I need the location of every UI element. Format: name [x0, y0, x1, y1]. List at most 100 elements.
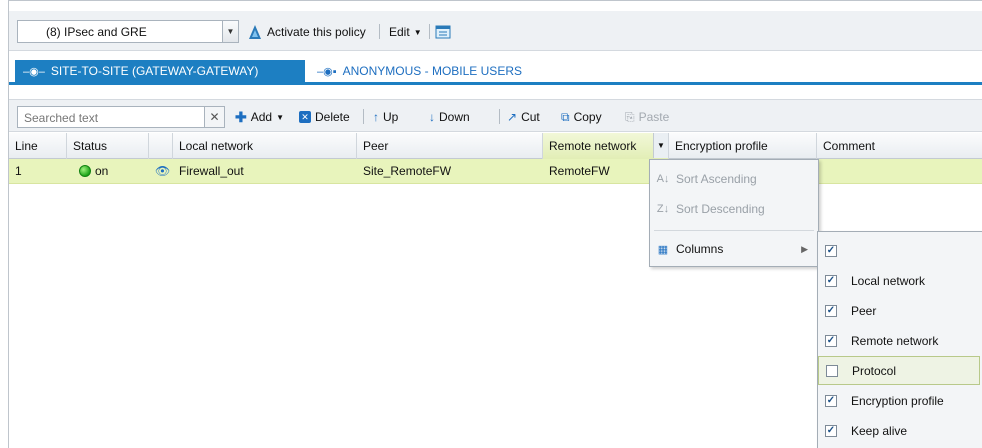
- checkbox-unchecked-icon: [826, 364, 838, 377]
- cell-line: 1: [15, 164, 22, 178]
- cell-view[interactable]: 👁: [149, 159, 173, 184]
- columns-icon: ▦: [657, 243, 669, 256]
- mobile-users-icon: –◉▪: [317, 65, 337, 78]
- column-toggle-keep-alive[interactable]: ✓ Keep alive: [818, 416, 980, 445]
- up-label: Up: [383, 110, 399, 124]
- activate-policy-button[interactable]: Activate this policy: [247, 23, 366, 41]
- cell-comment: [817, 159, 982, 184]
- plus-icon: ✚: [235, 108, 247, 125]
- arrow-up-icon: ↑: [373, 110, 379, 124]
- app-frame: (8) IPsec and GRE ▼ Activate this policy…: [8, 0, 982, 448]
- status-label: on: [95, 164, 109, 178]
- menu-item-columns[interactable]: ▦ Columns ▶: [650, 234, 818, 264]
- column-header-comment[interactable]: Comment: [817, 133, 982, 159]
- cut-icon: ↗: [507, 110, 518, 124]
- column-header-line[interactable]: Line: [9, 133, 67, 159]
- checkbox-checked-icon: ✓: [825, 304, 837, 317]
- tab-site-to-site[interactable]: ‒◉‒ SITE-TO-SITE (GATEWAY-GATEWAY): [15, 60, 305, 82]
- column-toggle-local-network[interactable]: ✓ Local network: [818, 266, 980, 295]
- delete-icon: ✕: [299, 111, 311, 123]
- column-header-icon[interactable]: [149, 133, 173, 159]
- checkbox-checked-icon: ✓: [825, 394, 837, 407]
- column-header-local-network[interactable]: Local network: [173, 133, 357, 159]
- status-on-icon: [79, 165, 91, 177]
- edit-menu-button[interactable]: Edit ▼: [389, 23, 422, 41]
- checkbox-checked-icon: ✓: [825, 274, 837, 287]
- toolbar-separator: [363, 109, 364, 124]
- menu-item-label: Columns: [676, 242, 724, 256]
- column-menu-dropdown-icon[interactable]: ▼: [653, 133, 668, 158]
- up-button[interactable]: ↑ Up: [373, 108, 398, 126]
- column-header-remote-network-label: Remote network: [549, 139, 637, 153]
- tab-anonymous-mobile-users[interactable]: –◉▪ ANONYMOUS - MOBILE USERS: [309, 60, 530, 82]
- column-toggle-label: Remote network: [851, 333, 939, 348]
- columns-submenu: ✓ ✓ Local network ✓ Peer ✓ Remote networ…: [817, 231, 982, 448]
- column-toggle-label: Peer: [851, 303, 877, 318]
- cell-status[interactable]: on: [73, 159, 149, 184]
- table-row[interactable]: 1 on 👁 Firewall_out Site_RemoteFW Remote…: [9, 159, 982, 184]
- column-toggle-label: Protocol: [852, 363, 897, 378]
- copy-label: Copy: [573, 110, 602, 124]
- add-button[interactable]: ✚ Add ▼: [235, 108, 284, 126]
- paste-icon: ⎘: [625, 109, 635, 124]
- calendar-view-icon: [435, 25, 451, 39]
- menu-item-sort-ascending[interactable]: A↓ Sort Ascending: [650, 164, 818, 194]
- cut-label: Cut: [521, 110, 540, 124]
- copy-icon: ⧉: [561, 109, 570, 124]
- column-toggle-blank[interactable]: ✓: [818, 236, 980, 265]
- site-to-site-icon: ‒◉‒: [23, 65, 45, 78]
- chevron-down-icon: ▼: [413, 27, 422, 37]
- policy-bar: (8) IPsec and GRE ▼ Activate this policy…: [9, 11, 982, 51]
- menu-item-label: Sort Ascending: [676, 172, 757, 186]
- column-header-encryption-profile[interactable]: Encryption profile: [669, 133, 817, 159]
- column-header-status[interactable]: Status: [67, 133, 149, 159]
- toolbar-separator: [379, 24, 380, 39]
- toolbar-separator: [499, 109, 500, 124]
- policy-view-button[interactable]: [435, 23, 451, 41]
- column-toggle-label: Local network: [851, 273, 926, 288]
- activate-policy-icon: [249, 25, 261, 39]
- cut-button[interactable]: ↗ Cut: [507, 108, 540, 126]
- checkbox-checked-icon: ✓: [825, 334, 837, 347]
- sort-ascending-icon: A↓: [656, 173, 670, 185]
- tab-label: SITE-TO-SITE (GATEWAY-GATEWAY): [50, 64, 259, 78]
- cell-peer: Site_RemoteFW: [363, 164, 452, 178]
- copy-button[interactable]: ⧉ Copy: [561, 108, 602, 126]
- chevron-down-icon[interactable]: ▼: [222, 21, 238, 42]
- paste-button[interactable]: ⎘ Paste: [625, 108, 669, 126]
- activate-policy-label: Activate this policy: [267, 25, 366, 39]
- menu-item-sort-descending[interactable]: Z↓ Sort Descending: [650, 194, 818, 224]
- checkbox-checked-icon: ✓: [825, 424, 837, 437]
- delete-button[interactable]: ✕ Delete: [299, 108, 350, 126]
- policy-select[interactable]: (8) IPsec and GRE ▼: [17, 20, 239, 43]
- search-input[interactable]: Searched text ✕: [17, 106, 225, 128]
- edit-menu-label: Edit: [389, 25, 410, 39]
- clear-search-icon[interactable]: ✕: [204, 107, 224, 127]
- cell-local-network: Firewall_out: [179, 164, 244, 178]
- search-placeholder: Searched text: [24, 111, 99, 125]
- column-header-remote-network[interactable]: Remote network ▼: [543, 133, 669, 159]
- toolbar-separator: [429, 24, 430, 39]
- column-toggle-label: Keep alive: [851, 423, 908, 438]
- column-toggle-remote-network[interactable]: ✓ Remote network: [818, 326, 980, 355]
- grid-header: Line Status Local network Peer Remote ne…: [9, 133, 982, 159]
- chevron-down-icon: ▼: [276, 112, 285, 122]
- tab-label: ANONYMOUS - MOBILE USERS: [342, 64, 522, 78]
- column-toggle-encryption-profile[interactable]: ✓ Encryption profile: [818, 386, 980, 415]
- submenu-arrow-icon: ▶: [801, 243, 808, 254]
- rules-toolbar: Searched text ✕ ✚ Add ▼ ✕ Delete ↑ Up ↓ …: [9, 99, 982, 132]
- policy-select-value: (8) IPsec and GRE: [46, 25, 147, 39]
- down-label: Down: [439, 110, 470, 124]
- tabs-bar: ‒◉‒ SITE-TO-SITE (GATEWAY-GATEWAY) –◉▪ A…: [9, 51, 982, 85]
- column-toggle-label: Encryption profile: [851, 393, 944, 408]
- arrow-down-icon: ↓: [429, 110, 435, 124]
- paste-label: Paste: [638, 110, 670, 124]
- down-button[interactable]: ↓ Down: [429, 108, 470, 126]
- menu-separator: [654, 230, 814, 231]
- add-label: Add: [250, 110, 273, 124]
- delete-label: Delete: [315, 110, 350, 124]
- column-toggle-peer[interactable]: ✓ Peer: [818, 296, 980, 325]
- column-toggle-protocol[interactable]: Protocol: [818, 356, 980, 385]
- column-context-menu: A↓ Sort Ascending Z↓ Sort Descending ▦ C…: [649, 159, 819, 267]
- column-header-peer[interactable]: Peer: [357, 133, 543, 159]
